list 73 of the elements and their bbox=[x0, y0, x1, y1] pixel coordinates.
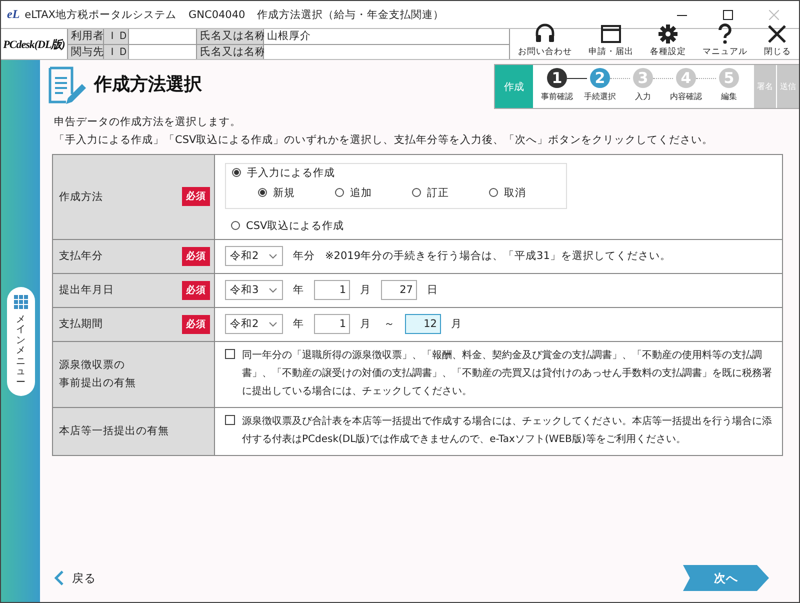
main-menu-button[interactable]: メインメニュー bbox=[6, 287, 34, 396]
instruction-text: 「手入力による作成」「CSV取込による作成」のいずれかを選択し、支払年分等を入力後、「次へ」ボタンをクリックしてください。 bbox=[54, 134, 714, 147]
field-label: 作成方法 bbox=[59, 190, 103, 205]
number-field[interactable]: 12 bbox=[405, 314, 441, 334]
chevron-down-icon[interactable] bbox=[269, 254, 277, 258]
checkbox[interactable] bbox=[225, 348, 235, 358]
field-label: 源泉徴収票の bbox=[59, 358, 125, 373]
toolbar-button[interactable]: 申請・届出 bbox=[588, 23, 634, 59]
number-field[interactable]: 1 bbox=[314, 280, 350, 300]
era-dropdown[interactable]: 令和2 bbox=[225, 314, 283, 334]
chevron-down-icon[interactable] bbox=[269, 288, 277, 292]
checkbox[interactable] bbox=[225, 414, 235, 424]
step-number: 2 bbox=[590, 68, 610, 88]
checkbox-label: 源泉徴収票及び合計表を本店等一括提出で作成する場合には、チェックしてください。本店等一括提出を行う場合に添付する付表はPCdesk(DL版)では作成できませんので、e-Taxソフト(WEB版)等をご利用ください。 bbox=[242, 414, 772, 446]
step-number: 1 bbox=[547, 68, 567, 88]
window-icon[interactable] bbox=[600, 23, 622, 45]
unit-label: ～ bbox=[384, 317, 395, 331]
info-value: 山根厚介 bbox=[267, 29, 311, 44]
number-field[interactable]: 27 bbox=[381, 280, 417, 300]
unit-label: 月 bbox=[360, 283, 371, 297]
chevron-down-icon[interactable] bbox=[269, 322, 277, 326]
required-badge: 必須 bbox=[182, 246, 210, 266]
required-badge: 必須 bbox=[182, 314, 210, 334]
grid-icon[interactable] bbox=[14, 295, 28, 309]
instruction-text: 申告データの作成方法を選択します。 bbox=[54, 116, 242, 129]
info-label: ＩＤ bbox=[104, 44, 129, 59]
required-badge: 必須 bbox=[182, 280, 210, 300]
toolbar-button[interactable]: 閉じる bbox=[764, 23, 791, 59]
info-label: ＩＤ bbox=[104, 29, 129, 44]
chevron-left-icon[interactable] bbox=[54, 570, 64, 586]
number-field[interactable]: 1 bbox=[314, 314, 350, 334]
radio-option[interactable]: 訂正 bbox=[412, 186, 449, 200]
app-logo: PCdesk(DL版) bbox=[2, 38, 66, 52]
step-label: 内容確認 bbox=[670, 91, 702, 102]
info-label: 関与先 bbox=[68, 44, 104, 59]
step-label: 編集 bbox=[721, 91, 737, 102]
radio-option[interactable]: CSV取込による作成 bbox=[231, 218, 344, 232]
field-label: 支払年分 bbox=[59, 249, 103, 264]
field-label: 事前提出の有無 bbox=[59, 376, 136, 391]
step-label: 手続選択 bbox=[584, 91, 616, 102]
radio-option[interactable]: 取消 bbox=[489, 186, 526, 200]
toolbar-button[interactable]: 各種設定 bbox=[650, 23, 686, 59]
era-dropdown[interactable]: 令和2 bbox=[225, 246, 283, 266]
window-title: eLTAX地方税ポータルシステム bbox=[24, 8, 176, 22]
unit-label: 日 bbox=[427, 283, 438, 297]
unit-label: 年分 bbox=[293, 249, 315, 263]
headset-icon[interactable] bbox=[534, 23, 556, 45]
unit-label: 年 bbox=[293, 317, 304, 331]
maximize-icon[interactable] bbox=[723, 10, 733, 20]
unit-label: 月 bbox=[360, 317, 371, 331]
step-label: 入力 bbox=[635, 91, 651, 102]
settings-icon[interactable] bbox=[656, 23, 679, 45]
note-text: ※2019年分の手続きを行う場合は、「平成31」を選択してください。 bbox=[325, 249, 671, 263]
close-icon[interactable] bbox=[766, 23, 788, 45]
toolbar-button[interactable]: お問い合わせ bbox=[518, 23, 572, 59]
screen-code: GNC04040 bbox=[188, 8, 246, 20]
unit-label: 年 bbox=[293, 283, 304, 297]
field-label: 提出年月日 bbox=[59, 283, 114, 298]
page-title: 作成方法選択 bbox=[94, 73, 202, 96]
app-logo: eL bbox=[7, 7, 20, 22]
field-label: 支払期間 bbox=[59, 317, 103, 332]
toolbar-button[interactable]: マニュアル bbox=[702, 23, 748, 59]
info-label: 利用者 bbox=[68, 29, 104, 44]
checkbox-label: 同一年分の「退職所得の源泉徴収票」、「報酬、料金、契約金及び賞金の支払調書」、「不動産の使用料等の支払調書」、「不動産の譲受けの対価の支払調書」、「不動産の売買又は貸付けのあっせん手数料の支払調書」を既に税務署に提出している場合には、チェックしてください。 bbox=[242, 348, 772, 398]
required-badge: 必須 bbox=[182, 187, 210, 206]
era-dropdown[interactable]: 令和3 bbox=[225, 280, 283, 300]
field-label: 本店等一括提出の有無 bbox=[59, 424, 169, 439]
screen-name: 作成方法選択（給与・年金支払関連） bbox=[257, 8, 444, 22]
unit-label: 月 bbox=[451, 317, 462, 331]
radio-option[interactable]: 新規 bbox=[258, 186, 295, 200]
step-label: 事前確認 bbox=[541, 91, 573, 102]
radio-option[interactable]: 追加 bbox=[335, 186, 372, 200]
back-link[interactable]: 戻る bbox=[54, 570, 96, 586]
